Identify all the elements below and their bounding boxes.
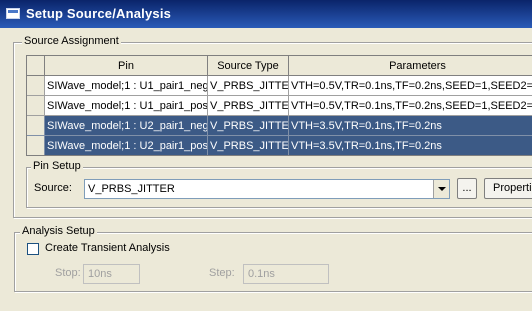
- parameters-cell[interactable]: VTH=3.5V,TR=0.1ns,TF=0.2ns: [289, 116, 532, 136]
- table-row[interactable]: SIWave_model;1 : U1_pair1_pos V_PRBS_JIT…: [27, 96, 532, 116]
- table-row[interactable]: SIWave_model;1 : U1_pair1_neg V_PRBS_JIT…: [27, 76, 532, 96]
- table-row-selected[interactable]: SIWave_model;1 : U2_pair1_pos V_PRBS_JIT…: [27, 136, 532, 155]
- chevron-down-icon[interactable]: [433, 180, 449, 198]
- pin-setup-label: Pin Setup: [31, 160, 83, 172]
- stop-field[interactable]: 10ns: [83, 264, 140, 284]
- column-header-source-type[interactable]: Source Type: [208, 56, 289, 76]
- column-header-pin[interactable]: Pin: [45, 56, 208, 76]
- transient-checkbox-label: Create Transient Analysis: [45, 242, 170, 254]
- source-type-cell[interactable]: V_PRBS_JITTER: [208, 116, 289, 136]
- row-header[interactable]: [27, 136, 45, 155]
- parameters-cell[interactable]: VTH=0.5V,TR=0.1ns,TF=0.2ns,SEED=1,SEED2=…: [289, 96, 532, 116]
- table-row-selected[interactable]: SIWave_model;1 : U2_pair1_neg V_PRBS_JIT…: [27, 116, 532, 136]
- pin-cell[interactable]: SIWave_model;1 : U2_pair1_pos: [45, 136, 208, 155]
- pin-cell[interactable]: SIWave_model;1 : U1_pair1_neg: [45, 76, 208, 96]
- analysis-setup-label: Analysis Setup: [20, 225, 97, 237]
- title-bar[interactable]: Setup Source/Analysis: [0, 0, 532, 28]
- source-dropdown-value: V_PRBS_JITTER: [88, 183, 175, 195]
- grid-header-row: Pin Source Type Parameters: [27, 56, 532, 76]
- source-dropdown[interactable]: V_PRBS_JITTER: [84, 179, 450, 199]
- source-grid[interactable]: Pin Source Type Parameters SIWave_model;…: [26, 55, 532, 156]
- step-field[interactable]: 0.1ns: [243, 264, 329, 284]
- grid-corner: [27, 56, 45, 76]
- pin-cell[interactable]: SIWave_model;1 : U2_pair1_neg: [45, 116, 208, 136]
- stop-label: Stop:: [55, 267, 81, 279]
- step-label: Step:: [209, 267, 235, 279]
- properties-button[interactable]: Properties: [484, 178, 532, 199]
- row-header[interactable]: [27, 96, 45, 116]
- column-header-parameters[interactable]: Parameters: [289, 56, 532, 76]
- source-type-cell[interactable]: V_PRBS_JITTER: [208, 136, 289, 155]
- source-type-cell[interactable]: V_PRBS_JITTER: [208, 76, 289, 96]
- parameters-cell[interactable]: VTH=3.5V,TR=0.1ns,TF=0.2ns: [289, 136, 532, 155]
- source-label: Source:: [34, 182, 72, 194]
- window-title: Setup Source/Analysis: [26, 6, 172, 21]
- transient-checkbox[interactable]: [27, 243, 39, 255]
- source-assignment-label: Source Assignment: [22, 35, 121, 47]
- pin-cell[interactable]: SIWave_model;1 : U1_pair1_pos: [45, 96, 208, 116]
- parameters-cell[interactable]: VTH=0.5V,TR=0.1ns,TF=0.2ns,SEED=1,SEED2=…: [289, 76, 532, 96]
- row-header[interactable]: [27, 116, 45, 136]
- source-type-cell[interactable]: V_PRBS_JITTER: [208, 96, 289, 116]
- row-header[interactable]: [27, 76, 45, 96]
- browse-button[interactable]: ...: [457, 178, 477, 199]
- window-icon: [6, 8, 20, 19]
